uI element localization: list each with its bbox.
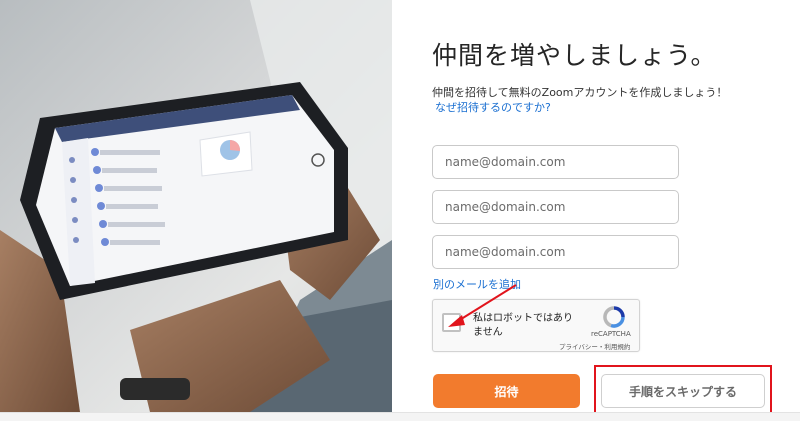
invite-button[interactable]: 招待	[433, 374, 580, 408]
email-field-1[interactable]	[432, 145, 679, 179]
hero-photo	[0, 0, 392, 412]
footer-strip	[0, 413, 800, 421]
annotation-highlight-box	[594, 365, 772, 415]
recaptcha-logo-icon	[603, 306, 625, 328]
annotation-arrow-icon	[448, 284, 517, 327]
email-field-2[interactable]	[432, 190, 679, 224]
why-invite-link[interactable]: なぜ招待するのですか?	[435, 99, 551, 115]
recaptcha-terms-link[interactable]: プライバシー・利用規約	[559, 341, 630, 351]
tablet-illustration	[0, 0, 392, 412]
email-field-3[interactable]	[432, 235, 679, 269]
page-title: 仲間を増やしましょう。	[432, 41, 717, 70]
invite-description: 仲間を招待して無料のZoomアカウントを作成しましょう！	[432, 86, 728, 99]
recaptcha-brand: reCAPTCHA	[591, 330, 631, 338]
